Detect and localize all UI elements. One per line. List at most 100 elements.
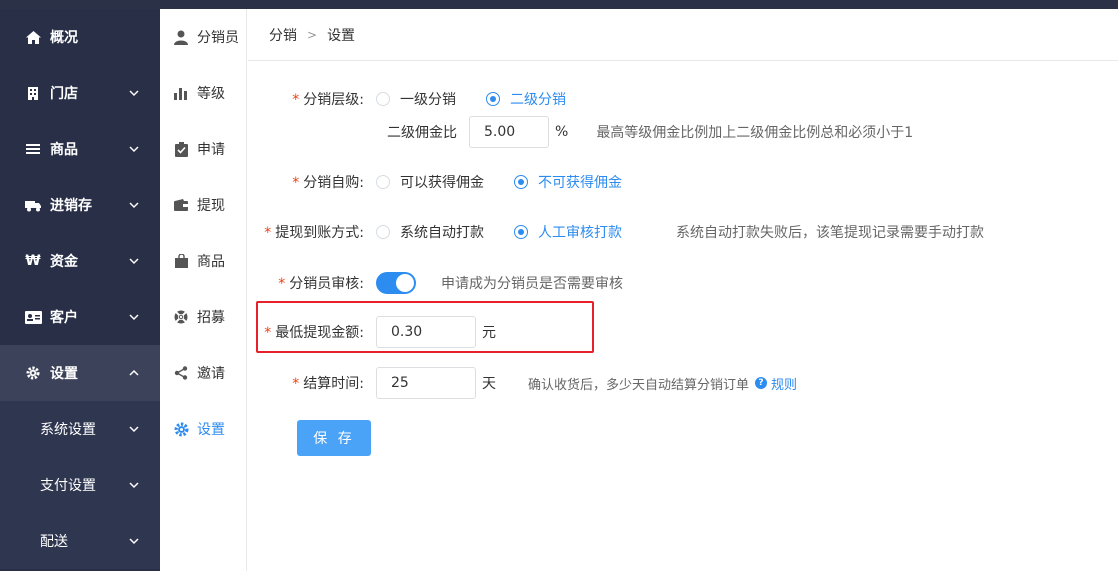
rules-link[interactable]: 规则: [771, 374, 797, 393]
clipboard-icon: [173, 141, 189, 157]
won-icon: ₩: [25, 253, 41, 269]
chevron-up-icon: [129, 369, 139, 376]
chevron-down-icon: [129, 538, 139, 545]
home-icon: [24, 29, 42, 45]
chevron-down-icon: [129, 258, 139, 265]
subnav-item-label: 商品: [197, 254, 225, 270]
subnav-item-invite[interactable]: 邀请: [160, 345, 246, 401]
sidebar-item-funds[interactable]: ₩ 资金: [0, 233, 160, 289]
subnav-item-recruit[interactable]: 招募: [160, 289, 246, 345]
review-label: * 分销员审核:: [278, 276, 364, 292]
radio-circle: [376, 175, 390, 189]
subnav-item-label: 提现: [197, 198, 225, 214]
breadcrumb-current: 设置: [327, 27, 356, 44]
self-purchase-label: * 分销自购:: [292, 175, 364, 191]
settle-time-input[interactable]: [376, 367, 476, 399]
commission-input[interactable]: [469, 116, 549, 148]
subnav-item-applications[interactable]: 申请: [160, 121, 246, 177]
level-option-two[interactable]: 二级分销: [486, 89, 566, 109]
subnav-item-settings[interactable]: 设置: [160, 401, 246, 457]
breadcrumb-parent[interactable]: 分销: [269, 25, 297, 45]
bag-icon: [173, 253, 189, 269]
truck-icon: [24, 197, 42, 213]
chevron-down-icon: [129, 426, 139, 433]
gear-icon: [173, 421, 189, 437]
chevron-right-icon: >: [307, 27, 318, 42]
review-hint: 申请成为分销员是否需要审核: [441, 276, 623, 292]
sidebar-item-goods[interactable]: 商品: [0, 121, 160, 177]
sidebar-item-inventory[interactable]: 进销存: [0, 177, 160, 233]
subnav-item-label: 设置: [197, 422, 225, 438]
subnav-item-withdrawals[interactable]: 提现: [160, 177, 246, 233]
withdraw-option-auto[interactable]: 系统自动打款: [376, 222, 484, 242]
gear-icon: [24, 365, 42, 381]
user-icon: [173, 29, 189, 45]
distribution-subnav: 分销员 等级 申请 提现 商品 招募 邀请 设置: [160, 9, 247, 571]
withdraw-option-manual[interactable]: 人工审核打款: [514, 222, 622, 242]
id-card-icon: [24, 309, 42, 325]
level-label: * 分销层级:: [292, 92, 364, 108]
subnav-item-label: 等级: [197, 86, 225, 102]
question-icon[interactable]: ?: [755, 377, 768, 389]
sidebar-item-store[interactable]: 门店: [0, 65, 160, 121]
subnav-item-levels[interactable]: 等级: [160, 65, 246, 121]
self-purchase-option-no[interactable]: 不可获得佣金: [514, 172, 622, 192]
level-option-one[interactable]: 一级分销: [376, 89, 456, 109]
sidebar-item-label: 资金: [50, 254, 78, 270]
sidebar-item-customer[interactable]: 客户: [0, 289, 160, 345]
subnav-item-goods[interactable]: 商品: [160, 233, 246, 289]
radio-circle: [514, 175, 528, 189]
sidebar-subitem-label: 支付设置: [40, 478, 96, 494]
wallet-icon: [173, 197, 189, 213]
commission-label: 二级佣金比: [387, 125, 457, 141]
settle-time-row: *结算时间: 天 确认收货后，多少天自动结算分销订单 ? 规则: [248, 367, 797, 399]
sidebar-item-label: 设置: [50, 366, 78, 382]
radio-circle: [514, 225, 528, 239]
highlight-box: [256, 301, 594, 353]
sidebar-subitem-label: 系统设置: [40, 422, 96, 438]
self-purchase-option-yes[interactable]: 可以获得佣金: [376, 172, 484, 192]
subnav-item-distributors[interactable]: 分销员: [160, 9, 246, 65]
withdraw-method-label: * 提现到账方式:: [264, 225, 364, 241]
commission-row: 二级佣金比 % 最高等级佣金比例加上二级佣金比例总和必须小于1: [387, 116, 913, 148]
list-icon: [24, 141, 42, 157]
review-row: * 分销员审核: 申请成为分销员是否需要审核: [248, 272, 623, 294]
bar-chart-icon: [173, 85, 189, 101]
chevron-down-icon: [129, 146, 139, 153]
sidebar-item-label: 客户: [50, 310, 78, 326]
subnav-item-label: 申请: [197, 142, 225, 158]
sidebar-subitem-label: 配送: [40, 534, 68, 550]
level-row: * 分销层级: 一级分销 二级分销: [248, 88, 596, 110]
building-icon: [24, 85, 42, 101]
sidebar-subitem-system-settings[interactable]: 系统设置: [0, 401, 160, 457]
subnav-item-label: 招募: [197, 310, 225, 326]
chevron-down-icon: [129, 202, 139, 209]
chevron-down-icon: [129, 90, 139, 97]
radio-circle: [376, 92, 390, 106]
sidebar-item-settings[interactable]: 设置: [0, 345, 160, 401]
sidebar-item-label: 门店: [50, 86, 78, 102]
lifebuoy-icon: [173, 309, 189, 325]
sidebar-item-label: 进销存: [50, 198, 92, 214]
main-content: 分销 > 设置 *分销层级: 一级分销 二级分销 二级佣金比 % 最高等级佣金比…: [248, 9, 1118, 571]
subnav-item-label: 分销员: [197, 30, 239, 46]
sidebar-subitem-delivery[interactable]: 配送: [0, 513, 160, 569]
breadcrumb: 分销 > 设置: [248, 9, 1118, 61]
settle-time-hint: 确认收货后，多少天自动结算分销订单: [528, 377, 750, 393]
share-icon: [173, 365, 189, 381]
settle-time-unit: 天: [482, 376, 496, 392]
sidebar-subitem-payment-settings[interactable]: 支付设置: [0, 457, 160, 513]
top-bar: [0, 0, 1118, 9]
sidebar-item-label: 概况: [50, 30, 78, 46]
sidebar-item-overview[interactable]: 概况: [0, 9, 160, 65]
review-toggle[interactable]: [376, 272, 416, 294]
radio-circle: [376, 225, 390, 239]
save-button[interactable]: 保 存: [297, 420, 371, 456]
commission-unit: %: [555, 124, 569, 140]
chevron-down-icon: [129, 482, 139, 489]
commission-hint: 最高等级佣金比例加上二级佣金比例总和必须小于1: [596, 125, 914, 141]
settle-time-label: * 结算时间:: [292, 376, 364, 392]
self-purchase-row: * 分销自购: 可以获得佣金 不可获得佣金: [248, 171, 652, 193]
chevron-down-icon: [129, 314, 139, 321]
main-sidebar: 概况 门店 商品 进销存 ₩ 资金 客户 设置 系统设置 支付设置 配送: [0, 9, 160, 571]
